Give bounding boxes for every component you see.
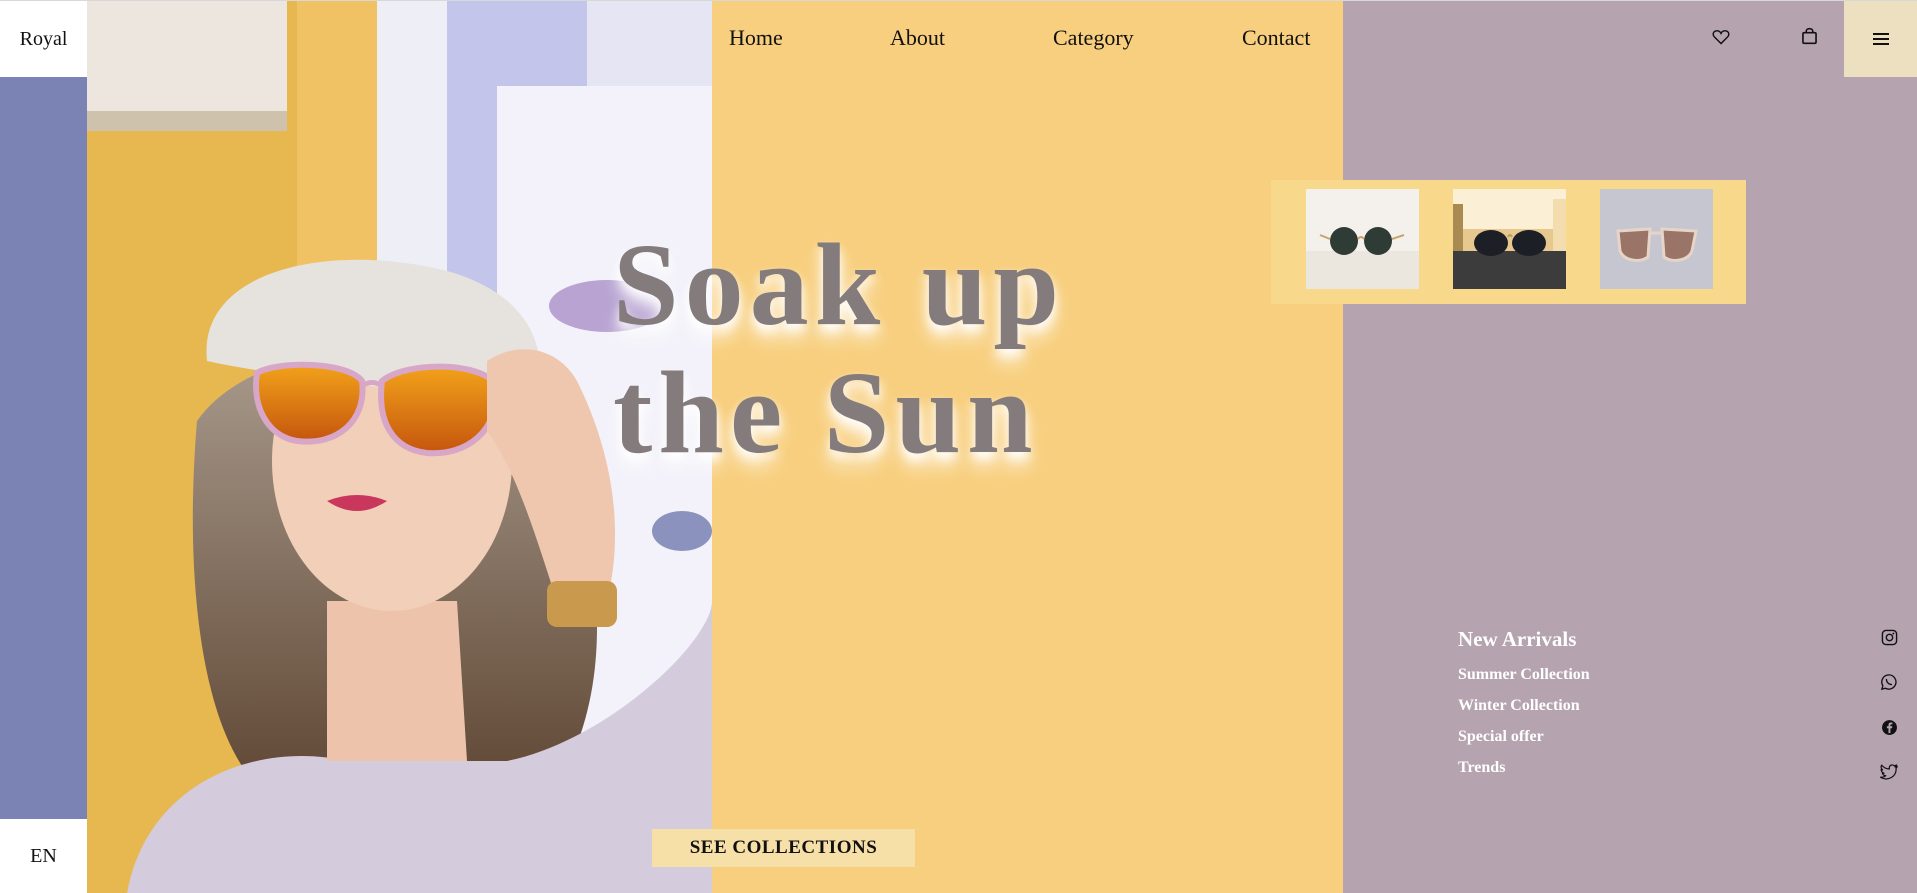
hamburger-menu-icon[interactable]	[1844, 1, 1917, 77]
left-rail	[0, 1, 87, 893]
instagram-icon[interactable]	[1878, 626, 1900, 648]
whatsapp-icon[interactable]	[1878, 671, 1900, 693]
twitter-icon[interactable]	[1878, 761, 1900, 783]
new-arrivals-section: New Arrivals Summer Collection Winter Co…	[1458, 627, 1590, 790]
language-selector[interactable]: EN	[0, 819, 87, 893]
arrivals-link-special-offer[interactable]: Special offer	[1458, 728, 1590, 759]
logo[interactable]: Royal	[0, 1, 87, 77]
new-arrivals-list: Summer Collection Winter Collection Spec…	[1458, 666, 1590, 790]
see-collections-button[interactable]: SEE COLLECTIONS	[652, 829, 915, 867]
hero-headline: Soak up the Sun	[613, 221, 1173, 477]
arrivals-link-trends[interactable]: Trends	[1458, 759, 1590, 790]
thumbnail-round-sunglasses[interactable]	[1306, 189, 1419, 289]
arrivals-link-winter[interactable]: Winter Collection	[1458, 697, 1590, 728]
heart-icon[interactable]	[1710, 26, 1732, 48]
shopping-bag-icon[interactable]	[1798, 25, 1820, 47]
thumbnail-cat-eye-sunglasses[interactable]	[1600, 189, 1713, 289]
nav-item-contact[interactable]: Contact	[1242, 25, 1310, 51]
arrivals-link-summer[interactable]: Summer Collection	[1458, 666, 1590, 697]
hero-headline-line2: the Sun	[613, 347, 1039, 478]
product-thumbnails	[1271, 180, 1746, 304]
mauve-panel	[1343, 1, 1917, 893]
nav-item-category[interactable]: Category	[1053, 25, 1134, 51]
thumbnail-aviator-sunglasses[interactable]	[1453, 189, 1566, 289]
nav-item-home[interactable]: Home	[729, 25, 783, 51]
page: Royal EN Home About Category Contact Soa…	[0, 0, 1917, 893]
nav-item-about[interactable]: About	[890, 25, 945, 51]
hero-headline-line1: Soak up	[613, 219, 1066, 350]
new-arrivals-title: New Arrivals	[1458, 627, 1577, 651]
facebook-icon[interactable]	[1878, 716, 1900, 738]
